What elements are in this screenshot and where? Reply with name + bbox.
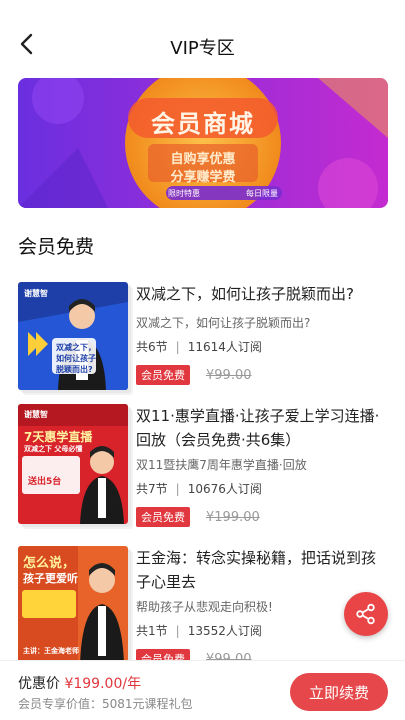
subscriber-count: 10676人订阅	[187, 482, 262, 496]
course-description: 帮助孩子从悲观走向积极!	[136, 600, 273, 614]
course-meta: 共1节 | 13552人订阅	[136, 624, 262, 638]
course-meta: 共6节 | 11614人订阅	[136, 340, 262, 354]
lesson-count: 共1节	[136, 624, 168, 638]
thumb-line-1: 7天惠学直播	[24, 430, 93, 444]
banner-title: 会员商城	[151, 110, 255, 138]
discount-price: 优惠价 ¥199.00/年	[18, 673, 141, 693]
price-amount: ¥199.00/年	[64, 676, 142, 692]
value-amount: 5081元课程礼包	[102, 697, 193, 711]
renew-button[interactable]: 立即续费	[290, 673, 388, 711]
page-title: VIP专区	[170, 38, 235, 59]
lesson-count: 共7节	[136, 482, 168, 496]
member-value: 会员专享价值：5081元课程礼包	[18, 695, 193, 712]
course-description: 双11暨扶鹰7周年惠学直播·回放	[136, 458, 307, 472]
course-item[interactable]: 怎么说， 孩子更爱听 主讲：王金海老师 王金海：转念实操秘籍，把话说到孩子心里去…	[18, 546, 388, 669]
banner-tags: 限时特惠 每日限量	[168, 188, 278, 199]
banner-line-2: 分享赚学费	[170, 170, 236, 185]
course-title: 双减之下，如何让孩子脱颖而出?	[136, 285, 354, 303]
share-button[interactable]	[344, 592, 388, 636]
original-price: ¥199.00	[206, 509, 260, 525]
header: VIP专区	[0, 0, 405, 80]
banner-tag: 每日限量	[246, 189, 278, 198]
section-title: 会员免费	[18, 236, 95, 258]
subscriber-count: 13552人订阅	[187, 624, 262, 638]
thumb-line-3: 送出5台	[28, 477, 62, 487]
member-free-badge: 会员免费	[136, 365, 190, 385]
course-title: 双11·惠学直播·让孩子爱上学习连播·回放（会员免费·共6集）	[136, 407, 380, 449]
course-description: 双减之下，如何让孩子脱颖而出?	[136, 316, 311, 330]
price-label: 优惠价	[18, 676, 60, 692]
thumb-line-1: 怎么说，	[23, 556, 76, 571]
banner-line-1: 自购享优惠	[170, 152, 236, 167]
thumb-line-2: 孩子更爱听	[23, 572, 78, 585]
banner-tag: 限时特惠	[168, 189, 200, 198]
value-label: 会员专享价值：	[18, 697, 103, 711]
subscriber-count: 11614人订阅	[187, 340, 262, 354]
thumb-brand: 谢慧智	[24, 289, 48, 298]
thumb-line-3: 脱颖而出?	[56, 365, 93, 374]
footer-bar: 优惠价 ¥199.00/年 会员专享价值：5081元课程礼包 立即续费	[0, 660, 405, 720]
course-price-row: 会员免费 ¥99.00	[136, 365, 252, 385]
original-price: ¥99.00	[206, 367, 252, 383]
course-item[interactable]: 谢慧智 7天惠学直播 双减之下 父母必懂 送出5台 双11·惠学直播·让孩子爱上…	[18, 404, 388, 527]
course-thumbnail: 怎么说， 孩子更爱听 主讲：王金海老师	[18, 546, 128, 664]
lesson-count: 共6节	[136, 340, 168, 354]
course-item[interactable]: 谢慧智 双减之下， 如何让孩子 脱颖而出? 双减之下，如何让孩子脱颖而出? 双减…	[18, 282, 388, 392]
course-thumbnail: 谢慧智 双减之下， 如何让孩子 脱颖而出?	[18, 282, 128, 390]
course-thumbnail: 谢慧智 7天惠学直播 双减之下 父母必懂 送出5台	[18, 404, 128, 524]
course-price-row: 会员免费 ¥199.00	[136, 507, 260, 527]
thumb-line-2: 如何让孩子	[56, 354, 96, 363]
thumb-brand: 谢慧智	[24, 410, 48, 419]
thumb-line-1: 双减之下，	[56, 343, 96, 352]
vip-mall-banner[interactable]: 会员商城 自购享优惠 分享赚学费 限时特惠 每日限量	[18, 78, 388, 208]
thumb-line-3: 主讲：王金海老师	[23, 647, 79, 655]
course-title: 王金海：转念实操秘籍，把话说到孩子心里去	[136, 549, 377, 591]
share-icon	[356, 603, 375, 625]
thumb-line-2: 双减之下 父母必懂	[24, 445, 83, 453]
member-free-badge: 会员免费	[136, 507, 190, 527]
course-meta: 共7节 | 10676人订阅	[136, 482, 262, 496]
